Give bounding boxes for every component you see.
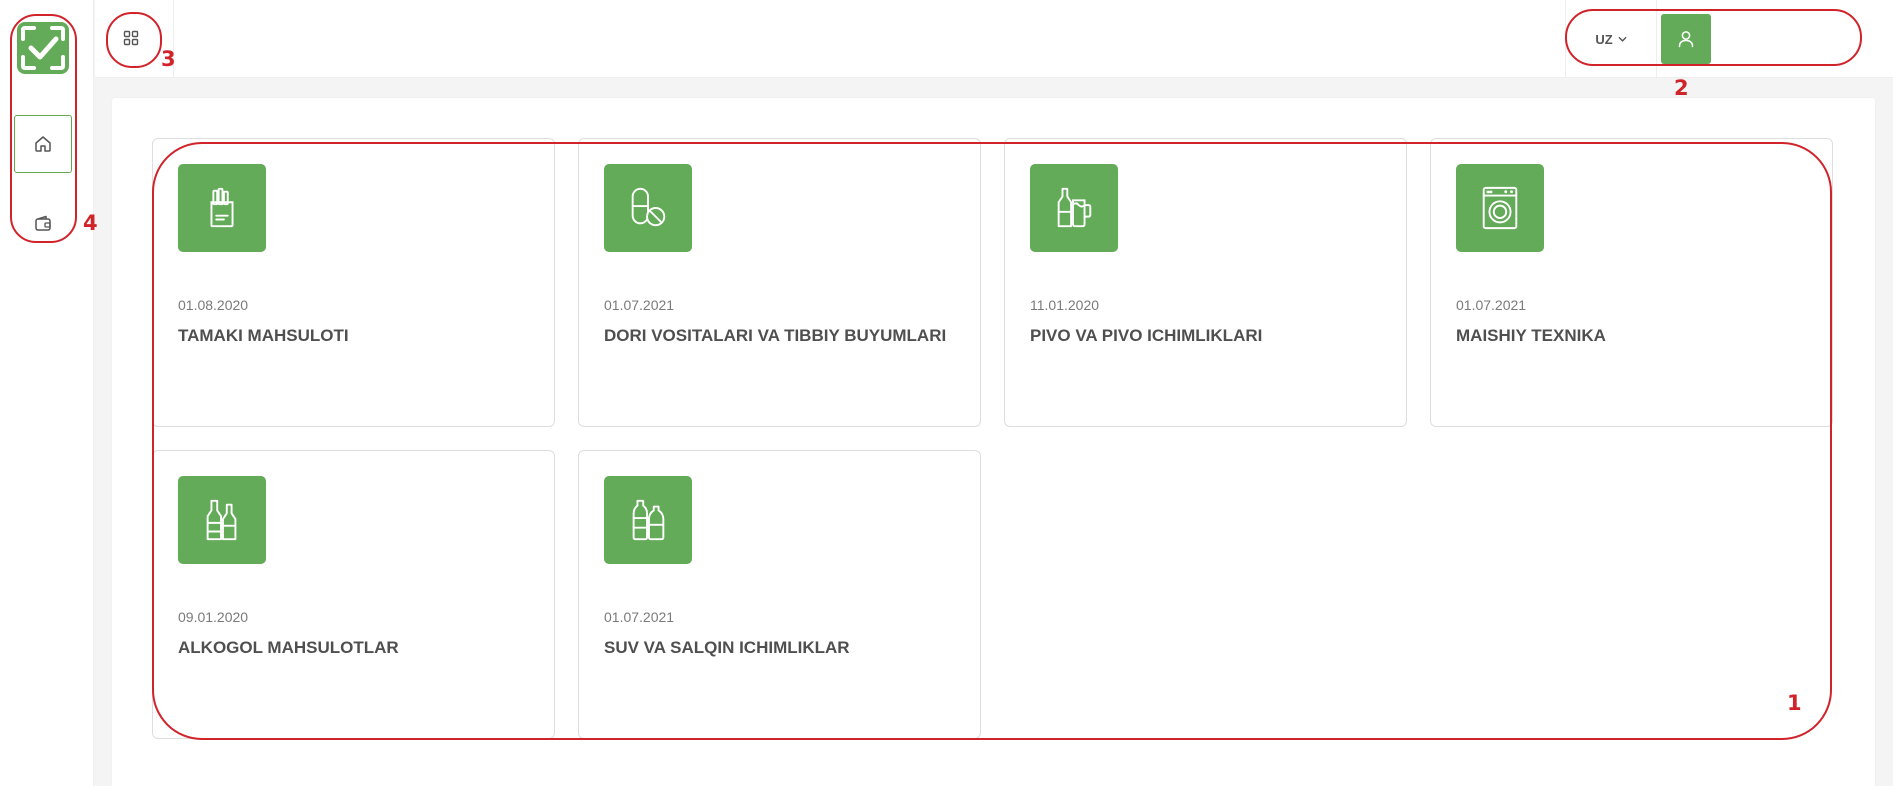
card-icon-box xyxy=(1456,164,1544,252)
category-card-alcohol[interactable]: 09.01.2020 ALKOGOL MAHSULOTLAR xyxy=(152,450,555,739)
beer-icon xyxy=(1057,187,1092,228)
washing-machine-icon xyxy=(1482,186,1518,230)
card-date: 01.07.2021 xyxy=(604,297,675,313)
card-icon-box xyxy=(604,164,692,252)
chevron-down-icon xyxy=(1618,36,1627,42)
language-selector[interactable]: UZ xyxy=(1565,0,1657,78)
cigarette-pack-icon xyxy=(210,187,234,228)
top-bar: UZ xyxy=(95,0,1893,78)
pill-icon xyxy=(631,187,666,227)
logo-check-icon xyxy=(17,22,69,74)
sidebar-item-wallet[interactable] xyxy=(14,195,72,253)
card-date: 01.08.2020 xyxy=(178,297,249,313)
sidebar xyxy=(0,0,94,786)
card-icon-box xyxy=(1030,164,1118,252)
card-icon-box xyxy=(604,476,692,564)
card-date: 01.07.2021 xyxy=(1456,297,1527,313)
home-icon xyxy=(35,136,51,152)
category-card-appliances[interactable]: 01.07.2021 MAISHIY TEXNIKA xyxy=(1430,138,1833,427)
grid-icon xyxy=(123,30,139,46)
bottles-icon xyxy=(206,499,237,541)
user-profile-button[interactable] xyxy=(1661,14,1711,64)
annotation-number-2: 2 xyxy=(1674,76,1689,100)
card-title: PIVO VA PIVO ICHIMLIKLARI xyxy=(1030,326,1263,345)
user-icon xyxy=(1678,31,1694,48)
category-card-medicine[interactable]: 01.07.2021 DORI VOSITALARI VA TIBBIY BUY… xyxy=(578,138,981,427)
card-title: TAMAKI MAHSULOTI xyxy=(178,326,349,345)
language-label: UZ xyxy=(1595,31,1613,47)
card-icon-box xyxy=(178,164,266,252)
card-title: MAISHIY TEXNIKA xyxy=(1456,326,1606,345)
wallet-icon xyxy=(35,215,51,231)
app-logo[interactable] xyxy=(17,22,69,74)
card-date: 11.01.2020 xyxy=(1030,297,1100,313)
sidebar-item-home[interactable] xyxy=(14,115,72,173)
card-date: 01.07.2021 xyxy=(604,609,675,625)
card-title: SUV VA SALQIN ICHIMLIKLAR xyxy=(604,638,850,657)
category-card-beer[interactable]: 11.01.2020 PIVO VA PIVO ICHIMLIKLARI xyxy=(1004,138,1407,427)
category-card-tobacco[interactable]: 01.08.2020 TAMAKI MAHSULOTI xyxy=(152,138,555,427)
annotation-number-4: 4 xyxy=(83,211,98,235)
card-icon-box xyxy=(178,476,266,564)
card-date: 09.01.2020 xyxy=(178,609,249,625)
card-title: ALKOGOL MAHSULOTLAR xyxy=(178,638,399,657)
annotation-number-3: 3 xyxy=(161,47,176,71)
card-title: DORI VOSITALARI VA TIBBIY BUYUMLARI xyxy=(604,326,947,345)
water-bottles-icon xyxy=(632,499,665,541)
category-card-water[interactable]: 01.07.2021 SUV VA SALQIN ICHIMLIKLAR xyxy=(578,450,981,739)
main-panel: 01.08.2020 TAMAKI MAHSULOTI 01.07.2021 D… xyxy=(112,98,1875,786)
apps-menu-button[interactable] xyxy=(111,18,151,58)
annotation-number-1: 1 xyxy=(1787,691,1802,715)
